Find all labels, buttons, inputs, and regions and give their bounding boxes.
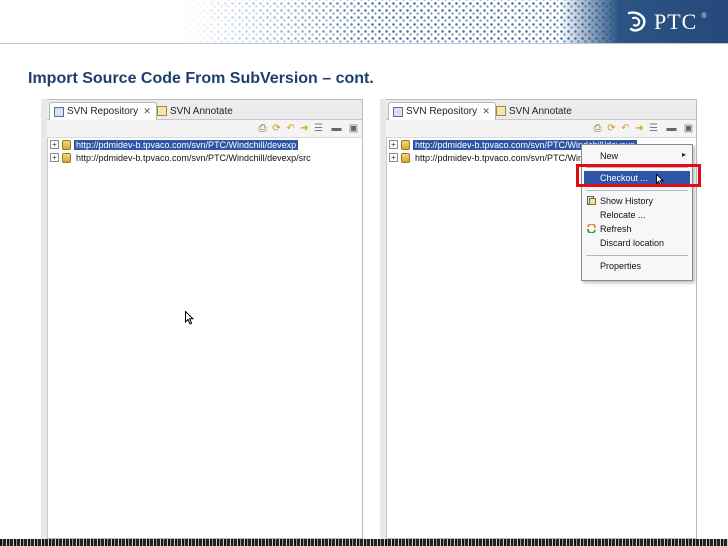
minimize-icon[interactable]: ▬ — [330, 122, 343, 135]
maximize-icon[interactable]: ▣ — [682, 122, 695, 135]
mouse-pointer-icon — [185, 311, 194, 325]
expand-icon[interactable]: + — [50, 140, 59, 149]
close-icon[interactable]: ✕ — [481, 106, 491, 117]
tab-label: SVN Repository — [67, 106, 139, 117]
expand-icon[interactable]: + — [389, 140, 398, 149]
tree-row-label[interactable]: http://pdmidev-b.tpvaco.com/svn/PTC/Wind… — [74, 139, 299, 150]
repository-icon — [54, 106, 64, 117]
forward-arrow-icon[interactable]: ➔ — [633, 122, 646, 135]
view-toolbar: ⎙ ⟳ ↶ ➔ ☰ ▬ ▣ — [386, 120, 696, 138]
repository-icon — [62, 152, 71, 163]
slide-title: Import Source Code From SubVersion – con… — [28, 70, 374, 87]
forward-arrow-icon[interactable]: ➔ — [298, 122, 311, 135]
repository-tree: + http://pdmidev-b.tpvaco.com/svn/PTC/Wi… — [47, 138, 362, 164]
left-svn-view: SVN Repository ✕ SVN Annotate ⎙ ⟳ ↶ ➔ ☰ … — [41, 99, 363, 539]
collapse-all-icon[interactable]: ☰ — [647, 122, 660, 135]
menu-item-label: Discard location — [600, 238, 665, 248]
repository-icon — [62, 139, 71, 150]
view-tab-bar: SVN Repository ✕ SVN Annotate — [386, 100, 696, 120]
logo-registered-mark: ® — [701, 13, 707, 20]
tab-label: SVN Repository — [406, 106, 478, 117]
tab-svn-annotate[interactable]: SVN Annotate — [153, 102, 237, 120]
menu-item-relocate[interactable]: Relocate ... — [584, 208, 690, 222]
ptc-logo-icon — [627, 11, 646, 32]
menu-item-refresh[interactable]: Refresh — [584, 222, 690, 236]
refresh-icon[interactable]: ⟳ — [605, 122, 618, 135]
menu-item-label: Show History — [600, 196, 654, 206]
back-arrow-icon[interactable]: ↶ — [284, 122, 297, 135]
header-band: PTC ® — [0, 0, 728, 43]
logo-text: PTC — [654, 9, 698, 34]
tree-row[interactable]: + http://pdmidev-b.tpvaco.com/svn/PTC/Wi… — [47, 138, 362, 151]
menu-item-discard-location[interactable]: Discard location — [584, 236, 690, 250]
menu-item-new[interactable]: New ▸ — [584, 149, 690, 163]
repository-icon — [393, 106, 403, 117]
menu-item-show-history[interactable]: Show History — [584, 194, 690, 208]
refresh-icon — [587, 224, 596, 233]
tab-label: SVN Annotate — [509, 105, 572, 117]
back-arrow-icon[interactable]: ↶ — [619, 122, 632, 135]
tab-svn-annotate[interactable]: SVN Annotate — [492, 102, 576, 120]
maximize-icon[interactable]: ▣ — [347, 122, 360, 135]
menu-separator — [586, 255, 688, 256]
checkout-highlight-box — [576, 164, 701, 187]
menu-item-label: Relocate ... — [600, 210, 646, 220]
menu-item-properties[interactable]: Properties — [584, 259, 690, 273]
annotate-icon — [496, 106, 506, 116]
view-tab-bar: SVN Repository ✕ SVN Annotate — [47, 100, 362, 120]
right-svn-view: SVN Repository ✕ SVN Annotate ⎙ ⟳ ↶ ➔ ☰ … — [380, 99, 701, 539]
close-icon[interactable]: ✕ — [142, 106, 152, 117]
minimize-icon[interactable]: ▬ — [665, 122, 678, 135]
tree-row-label[interactable]: http://pdmidev-b.tpvaco.com/svn/PTC/Wind… — [74, 153, 313, 163]
submenu-arrow-icon: ▸ — [681, 150, 686, 159]
history-icon — [587, 196, 596, 205]
expand-icon[interactable]: + — [389, 153, 398, 162]
repository-icon — [401, 152, 410, 163]
view-toolbar: ⎙ ⟳ ↶ ➔ ☰ ▬ ▣ — [47, 120, 362, 138]
tab-svn-repository[interactable]: SVN Repository ✕ — [388, 102, 497, 120]
menu-item-label: Properties — [600, 261, 642, 271]
add-repository-icon[interactable]: ⎙ — [591, 122, 604, 135]
ptc-logo: PTC ® — [624, 9, 718, 35]
refresh-icon[interactable]: ⟳ — [270, 122, 283, 135]
tab-label: SVN Annotate — [170, 105, 233, 117]
add-repository-icon[interactable]: ⎙ — [256, 122, 269, 135]
menu-separator — [586, 190, 688, 191]
footer-strip — [0, 539, 728, 546]
collapse-all-icon[interactable]: ☰ — [312, 122, 325, 135]
menu-item-label: New — [600, 151, 619, 161]
repository-icon — [401, 139, 410, 150]
annotate-icon — [157, 106, 167, 116]
header-rule — [0, 43, 728, 44]
tab-svn-repository[interactable]: SVN Repository ✕ — [49, 102, 158, 120]
menu-item-label: Refresh — [600, 224, 632, 234]
tree-row[interactable]: + http://pdmidev-b.tpvaco.com/svn/PTC/Wi… — [47, 151, 362, 164]
expand-icon[interactable]: + — [50, 153, 59, 162]
